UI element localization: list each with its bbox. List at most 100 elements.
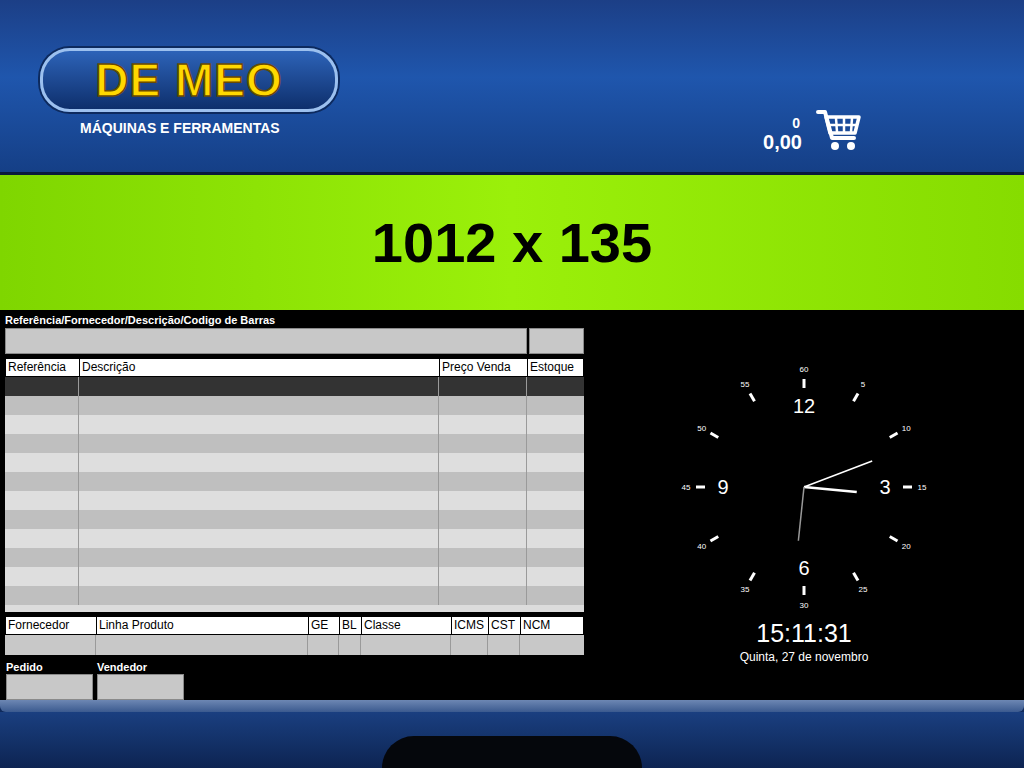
table-row[interactable] xyxy=(5,396,584,415)
banner-label: 1012 x 135 xyxy=(372,210,652,275)
cart-count: 0 xyxy=(792,115,800,131)
cart-total: 0,00 xyxy=(763,131,802,154)
table-cell xyxy=(438,510,526,529)
table-cell xyxy=(526,586,584,605)
details-cell xyxy=(450,635,487,655)
second-hand xyxy=(798,487,804,541)
search-side-field[interactable] xyxy=(529,328,584,354)
table-cell xyxy=(526,491,584,510)
table-cell xyxy=(5,396,78,415)
table-cell xyxy=(5,491,78,510)
column-header[interactable]: Referência xyxy=(6,359,79,376)
table-cell xyxy=(78,472,438,491)
table-cell xyxy=(438,377,526,396)
table-row[interactable] xyxy=(5,472,584,491)
product-table xyxy=(5,377,584,612)
field-input[interactable] xyxy=(6,674,93,700)
clock-tick xyxy=(803,379,806,388)
footer-base xyxy=(0,712,1024,768)
table-cell xyxy=(5,415,78,434)
hour-label: 6 xyxy=(798,557,809,579)
product-table-header: ReferênciaDescriçãoPreço VendaEstoque xyxy=(5,358,584,377)
order-field: Vendedor xyxy=(97,657,184,700)
cart[interactable]: 0 0,00 xyxy=(763,108,862,154)
table-cell xyxy=(526,472,584,491)
table-cell xyxy=(438,548,526,567)
clock-tick xyxy=(710,433,718,438)
table-cell xyxy=(5,434,78,453)
minute-label: 20 xyxy=(902,542,911,551)
details-cell xyxy=(360,635,450,655)
table-cell xyxy=(78,434,438,453)
search-label: Referência/Fornecedor/Descrição/Codigo d… xyxy=(5,310,584,327)
table-cell xyxy=(526,415,584,434)
table-row[interactable] xyxy=(5,529,584,548)
table-cell xyxy=(526,510,584,529)
search-bar xyxy=(5,328,584,354)
table-cell xyxy=(5,567,78,586)
table-cell xyxy=(78,586,438,605)
logo-subtitle: MÁQUINAS E FERRAMENTAS xyxy=(80,120,338,136)
order-fields: Pedido Vendedor xyxy=(5,657,584,700)
column-header[interactable]: Preço Venda xyxy=(439,359,527,376)
clock-tick xyxy=(710,537,718,542)
clock-tick xyxy=(903,486,912,489)
column-header: Linha Produto xyxy=(96,617,308,634)
logo-title: DE MEO xyxy=(95,53,282,107)
table-cell xyxy=(5,472,78,491)
details-cell xyxy=(338,635,360,655)
details-cell xyxy=(307,635,338,655)
minute-label: 55 xyxy=(741,380,750,389)
table-row[interactable] xyxy=(5,377,584,396)
logo[interactable]: DE MEO xyxy=(40,48,338,112)
order-field: Pedido xyxy=(6,657,93,700)
table-row[interactable] xyxy=(5,548,584,567)
table-row[interactable] xyxy=(5,510,584,529)
table-cell xyxy=(5,510,78,529)
clock-tick xyxy=(890,537,898,542)
banner[interactable]: 1012 x 135 xyxy=(0,175,1024,310)
hour-label: 12 xyxy=(793,395,815,417)
minute-label: 50 xyxy=(697,424,706,433)
minute-label: 60 xyxy=(800,365,809,374)
brand: DE MEO MÁQUINAS E FERRAMENTAS xyxy=(40,48,338,136)
column-header: NCM xyxy=(520,617,583,634)
table-row[interactable] xyxy=(5,567,584,586)
table-cell xyxy=(438,567,526,586)
field-input[interactable] xyxy=(97,674,184,700)
table-row[interactable] xyxy=(5,586,584,605)
hour-hand xyxy=(804,487,857,492)
column-header: Fornecedor xyxy=(6,617,96,634)
table-cell xyxy=(438,415,526,434)
table-cell xyxy=(526,567,584,586)
footer-notch xyxy=(382,736,642,768)
table-row[interactable] xyxy=(5,415,584,434)
cart-icon[interactable] xyxy=(816,108,862,152)
digital-time: 15:11:31 xyxy=(756,618,851,648)
column-header[interactable]: Descrição xyxy=(79,359,439,376)
column-header: CST xyxy=(488,617,520,634)
minute-label: 5 xyxy=(861,380,866,389)
table-row[interactable] xyxy=(5,453,584,472)
date: Quinta, 27 de novembro xyxy=(740,650,869,664)
search-field[interactable] xyxy=(5,328,527,354)
column-header[interactable]: Estoque xyxy=(527,359,583,376)
details-cell xyxy=(95,635,307,655)
table-row[interactable] xyxy=(5,491,584,510)
table-cell xyxy=(78,529,438,548)
minute-label: 15 xyxy=(918,483,927,492)
column-header: GE xyxy=(308,617,339,634)
clock-tick xyxy=(750,573,755,581)
minute-label: 10 xyxy=(902,424,911,433)
footer-bar xyxy=(0,700,1024,712)
minute-label: 25 xyxy=(859,585,868,594)
table-row[interactable] xyxy=(5,434,584,453)
table-cell xyxy=(526,529,584,548)
table-cell xyxy=(78,548,438,567)
minute-label: 30 xyxy=(800,601,809,610)
app-window: DE MEO MÁQUINAS E FERRAMENTAS 0 0,00 101… xyxy=(0,0,1024,768)
table-cell xyxy=(5,586,78,605)
clock-tick xyxy=(750,393,755,401)
table-cell xyxy=(5,548,78,567)
column-header: Classe xyxy=(361,617,451,634)
